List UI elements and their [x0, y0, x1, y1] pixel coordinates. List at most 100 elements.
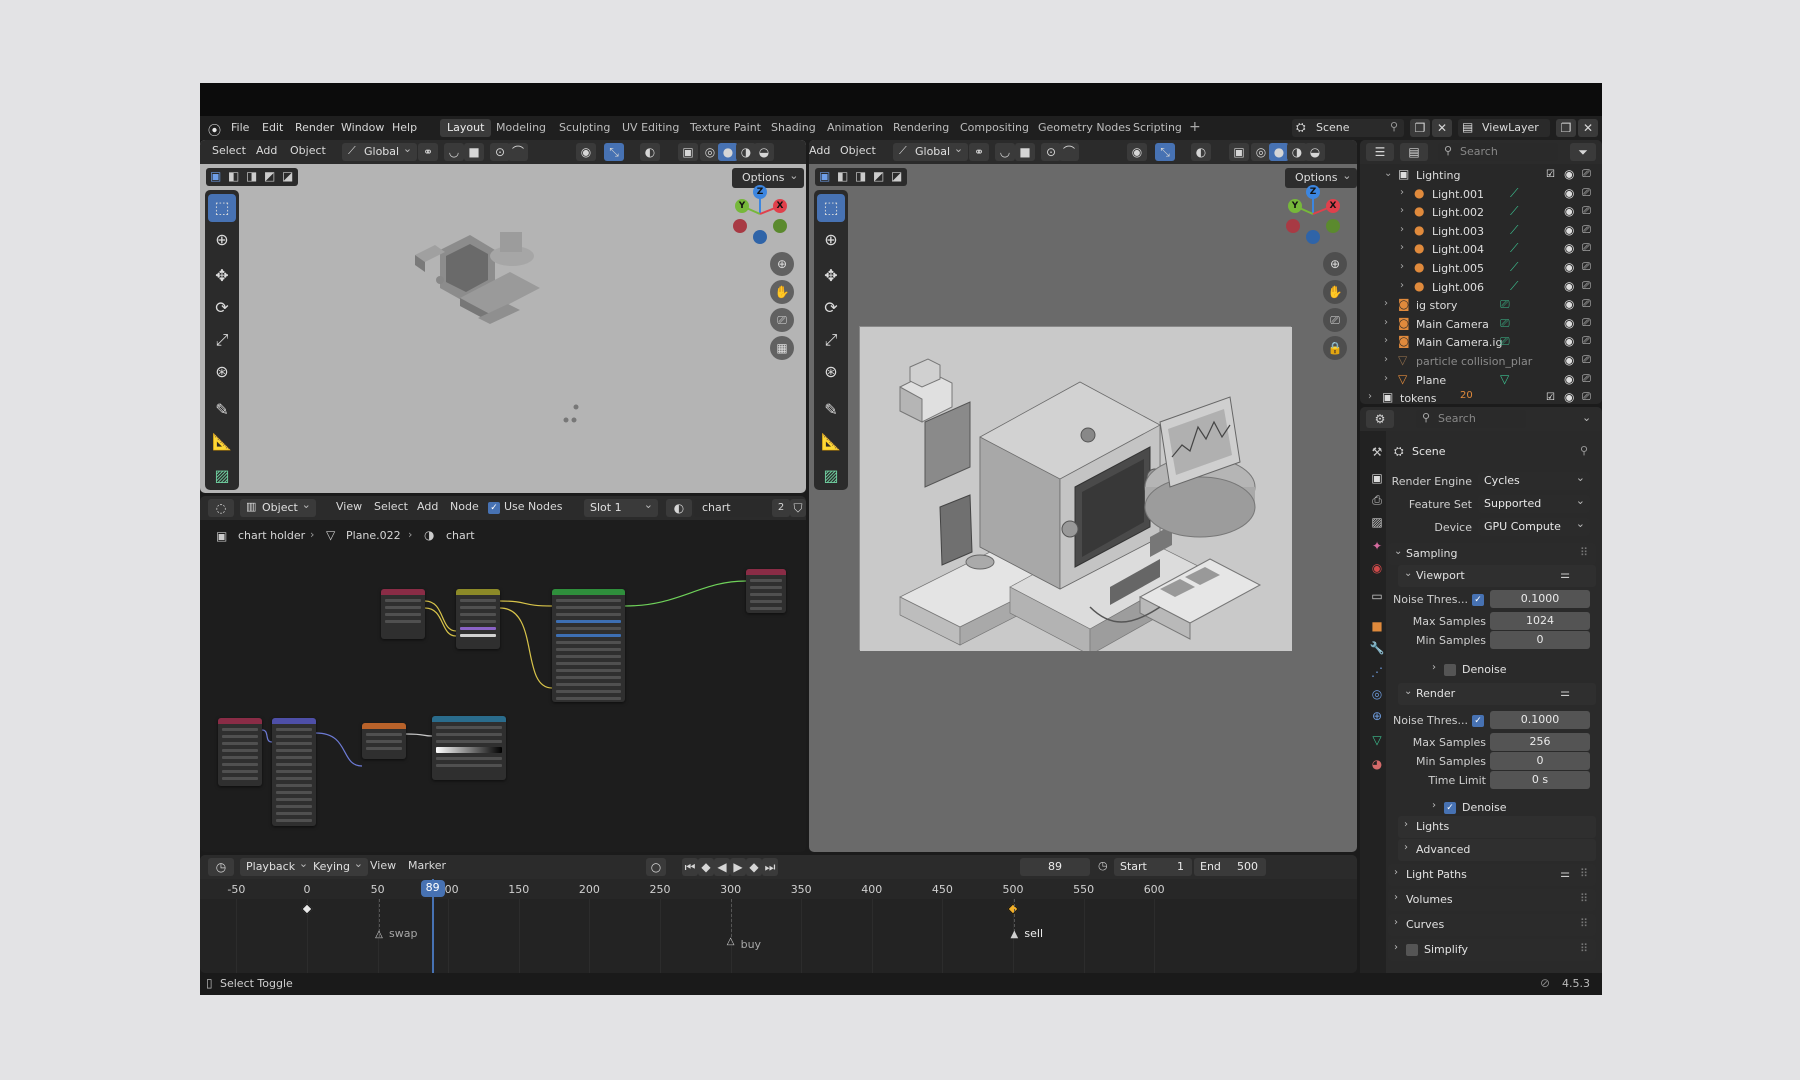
select-intersect-icon[interactable]: ◪ [891, 169, 902, 183]
delete-viewlayer-icon[interactable]: ✕ [1578, 119, 1598, 137]
presets-icon[interactable]: ⚌ [1560, 568, 1570, 581]
cursor-tool-icon[interactable]: ⊕ [817, 226, 845, 254]
render-noise-threshold-checkbox[interactable]: ✓ [1472, 715, 1484, 727]
viewport-subpanel-header[interactable]: ⌄ Viewport ⚌ [1398, 565, 1596, 587]
tab-animation[interactable]: Animation [820, 119, 890, 137]
object-data-icon[interactable]: ⎚ [1500, 334, 1510, 349]
rotate-tool-icon[interactable]: ⟳ [817, 294, 845, 322]
editor-type-icon[interactable]: ☰ [1366, 143, 1394, 161]
chevron-down-icon[interactable]: ⌄ [1384, 168, 1392, 179]
move-tool-icon[interactable]: ✥ [817, 262, 845, 290]
lights-subpanel-header[interactable]: › Lights [1398, 816, 1596, 838]
proportional-edit-icon[interactable]: ⊙ [490, 143, 510, 161]
outliner-row[interactable]: › ● Light.005 ⟋ ◉ ⎚ [1360, 259, 1596, 277]
physics-tab-icon[interactable]: ◎ [1368, 687, 1386, 701]
stopwatch-icon[interactable]: ◷ [1098, 859, 1108, 872]
tab-texture-paint[interactable]: Texture Paint [683, 119, 768, 137]
outliner-row[interactable]: › ● Light.006 ⟋ ◉ ⎚ [1360, 278, 1596, 296]
tab-modeling[interactable]: Modeling [489, 119, 553, 137]
object-data-icon[interactable]: ⎚ [1500, 297, 1510, 312]
tool-tab-icon[interactable]: ⚒ [1368, 445, 1386, 459]
render-engine-dropdown[interactable]: Cycles [1478, 471, 1590, 490]
gizmo-z[interactable]: Z [753, 185, 767, 199]
simplify-checkbox[interactable] [1406, 944, 1418, 956]
render-subpanel-header[interactable]: ⌄ Render ⚌ [1398, 683, 1596, 705]
play-reverse-icon[interactable]: ◀ [714, 858, 730, 876]
eye-icon[interactable]: ◉ [1564, 297, 1574, 311]
tab-layout[interactable]: Layout [440, 119, 492, 137]
filter-icon[interactable]: ⏷ [1570, 143, 1596, 161]
select-intersect-icon[interactable]: ◪ [282, 169, 293, 183]
menu-object[interactable]: Object [840, 144, 876, 157]
menu-help[interactable]: Help [392, 121, 417, 134]
gizmo-y[interactable]: Y [1288, 199, 1302, 213]
object-data-icon[interactable]: ⎚ [1500, 316, 1510, 331]
node-principled-bsdf[interactable] [552, 589, 625, 702]
node-attribute[interactable] [381, 589, 425, 639]
select-invert-icon[interactable]: ◩ [873, 169, 884, 183]
properties-editor[interactable]: ⚙ ⚲ Search ⌄ ⚒ ▣ ⎙ ▨ ✦ ◉ ▭ ■ 🔧 ⋰ ◎ ⊕ ▽ ◕… [1360, 407, 1602, 995]
cursor-tool-icon[interactable]: ⊕ [208, 226, 236, 254]
outliner-row[interactable]: › ◙ Main Camera.ig ⎚ ◉ ⎚ [1360, 333, 1596, 351]
outliner-search-input[interactable]: ⚲ Search [1438, 143, 1558, 161]
playhead-frame-label[interactable]: 89 [420, 880, 445, 897]
node-gradient-texture[interactable] [362, 723, 406, 759]
chevron-right-icon[interactable]: › [1400, 280, 1404, 291]
drag-handle-icon[interactable]: ⠿ [1580, 917, 1588, 930]
menu-add[interactable]: Add [256, 144, 277, 157]
render-tab-icon[interactable]: ▣ [1368, 471, 1386, 485]
new-viewlayer-icon[interactable]: ❐ [1556, 119, 1576, 137]
pin-icon[interactable]: ⚲ [1390, 120, 1398, 133]
tab-uv-editing[interactable]: UV Editing [615, 119, 686, 137]
prev-keyframe-icon[interactable]: ◆ [698, 858, 714, 876]
render-max-samples-field[interactable]: 256 [1490, 733, 1590, 751]
lock-camera-icon[interactable]: 🔒 [1323, 336, 1347, 360]
timeline-track[interactable]: △ swap △ buy ▲ sell [200, 899, 1357, 973]
chevron-right-icon[interactable]: › [1400, 187, 1404, 198]
scene-tab-icon[interactable]: ✦ [1368, 539, 1386, 553]
marker-label[interactable]: buy [741, 938, 761, 951]
annotate-tool-icon[interactable]: ✎ [208, 396, 236, 424]
presets-icon[interactable]: ⚌ [1560, 686, 1570, 699]
material-shading-icon[interactable]: ◑ [736, 143, 756, 161]
xray-icon[interactable]: ▣ [1229, 143, 1249, 161]
blender-logo-icon[interactable]: ⦿ [208, 120, 221, 139]
viewport-noise-threshold-checkbox[interactable]: ✓ [1472, 594, 1484, 606]
menu-marker[interactable]: Marker [408, 859, 446, 872]
camera-render-icon[interactable]: ⎚ [1582, 204, 1591, 218]
eye-icon[interactable]: ◉ [1564, 241, 1574, 255]
shader-node-editor[interactable]: ◌ Object ▥ View Select Add Node ✓ Use No… [200, 496, 806, 852]
visibility-icon[interactable]: ◉ [1127, 143, 1147, 161]
snap-target-icon[interactable]: ■ [464, 143, 484, 161]
editor-type-icon[interactable]: ◷ [208, 858, 234, 876]
pivot-icon[interactable]: ⚭ [969, 143, 989, 161]
pan-hand-icon[interactable]: ✋ [770, 280, 794, 304]
viewport-max-samples-field[interactable]: 1024 [1490, 612, 1590, 630]
scene-selector[interactable]: ⛭ Scene ⚲ [1292, 119, 1404, 137]
object-data-icon[interactable]: ⟋ [1510, 204, 1518, 219]
gizmo-neg-z[interactable] [753, 230, 767, 244]
transform-tool-icon[interactable]: ⊛ [208, 358, 236, 386]
gizmo-neg-x[interactable] [1286, 219, 1300, 233]
presets-icon[interactable]: ⚌ [1560, 867, 1570, 880]
render-min-samples-field[interactable]: 0 [1490, 752, 1590, 770]
select-mode-group[interactable]: ▣ ◧ ◨ ◩ ◪ [206, 168, 298, 186]
outliner-row[interactable]: › ▽ particle collision_plar ◉ ⎚ [1360, 352, 1596, 370]
tab-geometry-nodes[interactable]: Geometry Nodes [1031, 119, 1138, 137]
next-keyframe-icon[interactable]: ◆ [746, 858, 762, 876]
data-tab-icon[interactable]: ▽ [1368, 733, 1386, 747]
select-box-tool-icon[interactable]: ⬚ [208, 194, 236, 222]
wireframe-shading-icon[interactable]: ◎ [1251, 143, 1271, 161]
marker-triangle-icon[interactable]: △ [375, 929, 383, 940]
snap-icon[interactable]: ◡ [995, 143, 1015, 161]
viewlayer-selector[interactable]: ▤ ViewLayer [1458, 119, 1550, 137]
measure-tool-icon[interactable]: 📐 [817, 428, 845, 456]
timeline[interactable]: ◷ Playback Keying View Marker ○ ⏮ ◆ ◀ ▶ … [200, 855, 1357, 973]
light-paths-panel-header[interactable]: › Light Paths ⚌ ⠿ [1388, 864, 1596, 886]
keyframe-diamond[interactable] [1007, 903, 1019, 915]
wireframe-shading-icon[interactable]: ◎ [700, 143, 720, 161]
move-tool-icon[interactable]: ✥ [208, 262, 236, 290]
keying-menu[interactable]: Keying [307, 857, 368, 876]
solid-shading-icon[interactable]: ● [1269, 143, 1289, 161]
select-extend-icon[interactable]: ◧ [837, 169, 848, 183]
